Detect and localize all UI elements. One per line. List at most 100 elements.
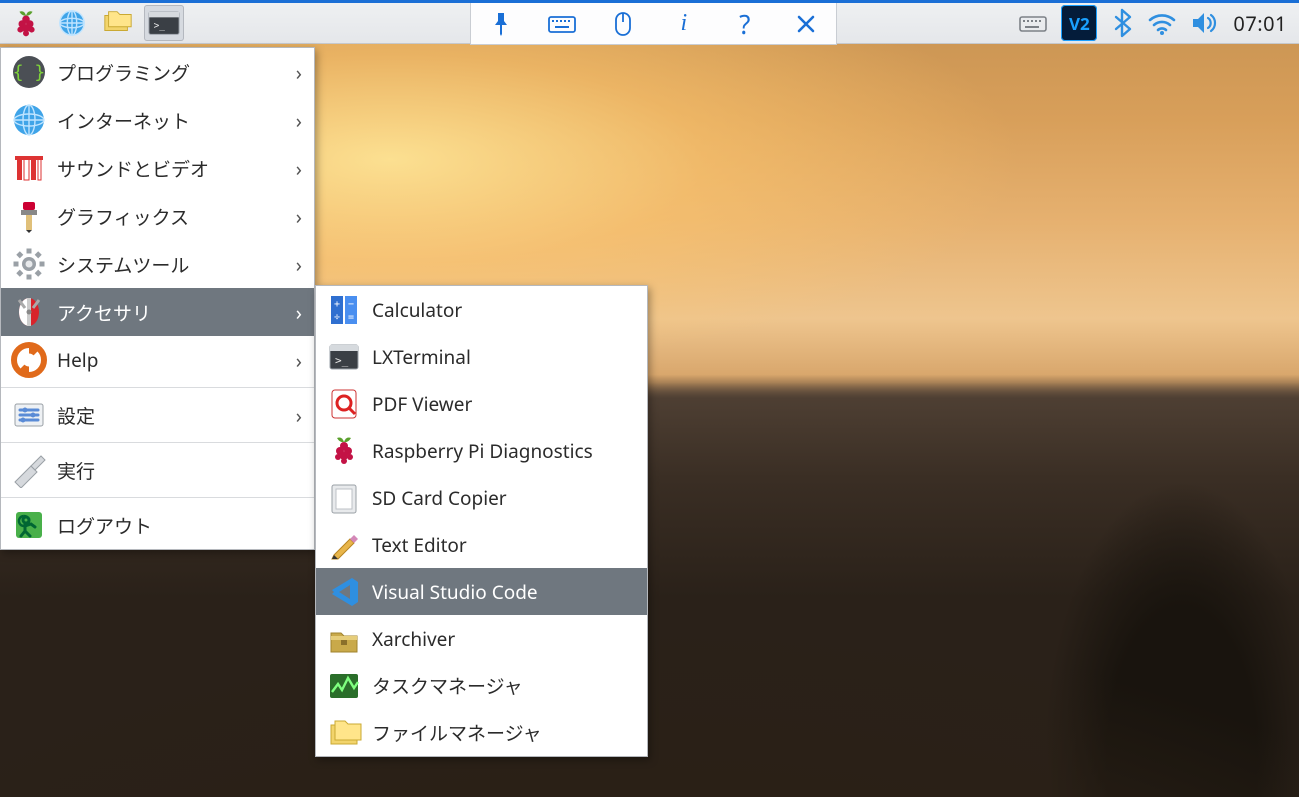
submenu-item-taskmgr[interactable]: タスクマネージャ <box>316 662 647 709</box>
submenu-item-label: タスクマネージャ <box>372 672 523 699</box>
menu-item-programming[interactable]: { } プログラミング <box>1 48 314 96</box>
preferences-icon <box>9 395 49 435</box>
menu-item-label: ログアウト <box>57 512 152 539</box>
menu-item-graphics[interactable]: グラフィックス <box>1 192 314 240</box>
menu-item-label: インターネット <box>57 107 190 134</box>
menu-item-preferences[interactable]: 設定 <box>1 391 314 439</box>
help-icon <box>9 340 49 380</box>
texteditor-icon <box>324 525 364 565</box>
menu-separator <box>1 387 314 388</box>
menu-item-run[interactable]: 実行 <box>1 446 314 494</box>
terminal-launcher[interactable]: >_ <box>144 5 184 41</box>
menu-item-label: アクセサリ <box>57 299 151 326</box>
svg-text:=: = <box>348 312 354 323</box>
filemgr-icon <box>324 713 364 753</box>
svg-text:>_: >_ <box>154 21 166 32</box>
menu-separator <box>1 497 314 498</box>
menu-item-internet[interactable]: インターネット <box>1 96 314 144</box>
terminal-icon: >_ <box>148 10 180 36</box>
internet-icon <box>9 100 49 140</box>
menu-item-label: グラフィックス <box>57 203 189 230</box>
wifi-tray-icon[interactable] <box>1147 11 1177 35</box>
vnc-tray-icon[interactable]: V2 <box>1061 5 1097 41</box>
vnc-pin-button[interactable] <box>481 4 521 44</box>
vnc-toolbar: i ? <box>470 3 837 45</box>
menu-item-label: 実行 <box>57 457 95 484</box>
submenu-item-sdcopier[interactable]: SD Card Copier <box>316 474 647 521</box>
mouse-icon <box>614 11 632 37</box>
menu-item-label: 設定 <box>57 402 95 429</box>
submenu-item-label: Visual Studio Code <box>372 579 538 605</box>
menu-item-label: システムツール <box>57 251 189 278</box>
raspberry-icon <box>11 8 41 38</box>
vnc-help-button[interactable]: ? <box>725 4 765 44</box>
submenu-item-xarchiver[interactable]: Xarchiver <box>316 615 647 662</box>
browser-launcher[interactable] <box>52 5 92 41</box>
submenu-item-filemgr[interactable]: ファイルマネージャ <box>316 709 647 756</box>
menu-item-accessories[interactable]: アクセサリ <box>1 288 314 336</box>
lxterminal-icon: >_ <box>324 337 364 377</box>
globe-icon <box>57 8 87 38</box>
menu-separator <box>1 442 314 443</box>
menu-item-systemtools[interactable]: システムツール <box>1 240 314 288</box>
folders-icon <box>102 9 134 37</box>
pdfviewer-icon <box>324 384 364 424</box>
submenu-item-label: SD Card Copier <box>372 485 507 511</box>
menu-item-label: サウンドとビデオ <box>57 155 209 182</box>
submenu-item-label: LXTerminal <box>372 344 471 370</box>
taskbar-launchers: >_ <box>0 5 184 41</box>
soundvideo-icon <box>9 148 49 188</box>
vnc-label: V2 <box>1069 12 1090 35</box>
sdcopier-icon <box>324 478 364 518</box>
svg-text:÷: ÷ <box>334 312 340 323</box>
system-tray: V2 07:01 <box>1019 5 1299 41</box>
start-menu-button[interactable] <box>6 5 46 41</box>
submenu-item-label: Text Editor <box>372 532 467 558</box>
xarchiver-icon <box>324 619 364 659</box>
filemanager-launcher[interactable] <box>98 5 138 41</box>
run-icon <box>9 450 49 490</box>
vnc-keyboard-button[interactable] <box>542 4 582 44</box>
accessories-submenu: +−÷ = Calculator >_ LXTerminal PDF Viewer Rasp… <box>315 285 648 757</box>
menu-item-logout[interactable]: ログアウト <box>1 501 314 549</box>
help-icon: ? <box>739 6 750 42</box>
programming-icon: { } <box>9 52 49 92</box>
submenu-item-pdfviewer[interactable]: PDF Viewer <box>316 380 647 427</box>
pin-icon <box>491 12 511 36</box>
submenu-item-rpidiag[interactable]: Raspberry Pi Diagnostics <box>316 427 647 474</box>
svg-text:>_: >_ <box>335 354 349 367</box>
info-icon: i <box>681 10 688 37</box>
bluetooth-tray-icon[interactable] <box>1111 8 1133 38</box>
submenu-item-lxterminal[interactable]: >_ LXTerminal <box>316 333 647 380</box>
taskbar-clock[interactable]: 07:01 <box>1233 10 1287 37</box>
taskmgr-icon <box>324 666 364 706</box>
keyboard-icon <box>548 14 576 34</box>
rpidiag-icon <box>324 431 364 471</box>
logout-icon <box>9 505 49 545</box>
keyboard-tray-icon[interactable] <box>1019 13 1047 33</box>
svg-text:{ }: { } <box>13 62 46 83</box>
submenu-item-label: Raspberry Pi Diagnostics <box>372 438 593 464</box>
accessories-icon <box>9 292 49 332</box>
systemtools-icon <box>9 244 49 284</box>
submenu-item-calculator[interactable]: +−÷ = Calculator <box>316 286 647 333</box>
menu-item-label: Help <box>57 347 98 373</box>
vnc-info-button[interactable]: i <box>664 4 704 44</box>
submenu-item-label: PDF Viewer <box>372 391 472 417</box>
menu-item-label: プログラミング <box>57 59 190 86</box>
svg-text:−: − <box>348 299 354 310</box>
vnc-close-button[interactable] <box>786 4 826 44</box>
graphics-icon <box>9 196 49 236</box>
vnc-mouse-button[interactable] <box>603 4 643 44</box>
submenu-item-vscode[interactable]: Visual Studio Code <box>316 568 647 615</box>
menu-item-help[interactable]: Help <box>1 336 314 384</box>
submenu-item-label: Calculator <box>372 297 462 323</box>
calculator-icon: +−÷ = <box>324 290 364 330</box>
menu-item-soundvideo[interactable]: サウンドとビデオ <box>1 144 314 192</box>
submenu-item-texteditor[interactable]: Text Editor <box>316 521 647 568</box>
svg-text:+: + <box>334 299 340 310</box>
submenu-item-label: Xarchiver <box>372 626 455 652</box>
start-menu: { } プログラミングインターネットサウンドとビデオグラフィックスシステムツールア… <box>0 47 315 550</box>
submenu-item-label: ファイルマネージャ <box>372 719 542 746</box>
volume-tray-icon[interactable] <box>1191 11 1219 35</box>
